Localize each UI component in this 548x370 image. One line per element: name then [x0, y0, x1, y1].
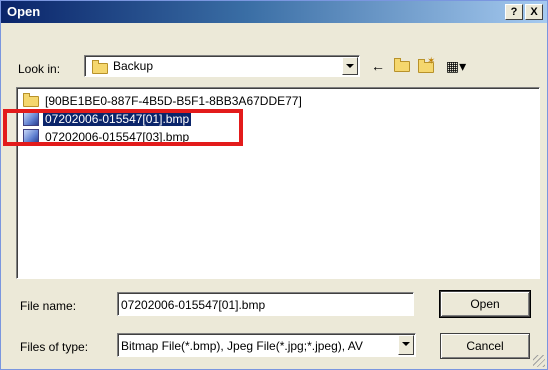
open-button[interactable]: Open [439, 290, 531, 318]
folder-icon [92, 60, 108, 74]
title-bar[interactable]: Open ? X [1, 1, 547, 23]
look-in-label: Look in: [18, 62, 61, 76]
file-name-value: 07202006-015547[01].bmp [121, 298, 266, 312]
look-in-dropdown[interactable]: Backup [84, 55, 360, 77]
files-of-type-label: Files of type: [20, 340, 89, 354]
new-folder-icon[interactable]: ✶ [417, 56, 435, 75]
file-name: [90BE1BE0-887F-4B5D-B5F1-8BB3A67DDE77] [45, 94, 302, 108]
view-menu-icon[interactable]: ▦▾ [443, 57, 469, 75]
list-item[interactable]: [90BE1BE0-887F-4B5D-B5F1-8BB3A67DDE77] [21, 92, 421, 110]
files-of-type-value: Bitmap File(*.bmp), Jpeg File(*.jpg;*.jp… [121, 339, 363, 353]
resize-grip-icon[interactable] [533, 355, 545, 367]
file-name-label: File name: [20, 299, 77, 313]
look-in-value: Backup [113, 59, 154, 73]
help-button[interactable]: ? [505, 4, 523, 20]
close-button[interactable]: X [525, 4, 543, 20]
annotation-highlight-box [3, 109, 243, 146]
back-icon[interactable]: ← [369, 57, 387, 75]
up-folder-icon[interactable] [393, 57, 411, 75]
cancel-button[interactable]: Cancel [440, 333, 530, 359]
open-dialog: Open ? X Look in: Backup ← ✶ ▦▾ [90BE1BE… [0, 0, 548, 370]
folder-icon [23, 93, 39, 107]
chevron-down-icon[interactable] [398, 335, 414, 355]
chevron-down-icon[interactable] [342, 57, 358, 75]
window-title: Open [7, 4, 41, 19]
file-name-input[interactable]: 07202006-015547[01].bmp [117, 292, 414, 316]
files-of-type-dropdown[interactable]: Bitmap File(*.bmp), Jpeg File(*.jpg;*.jp… [117, 333, 416, 357]
